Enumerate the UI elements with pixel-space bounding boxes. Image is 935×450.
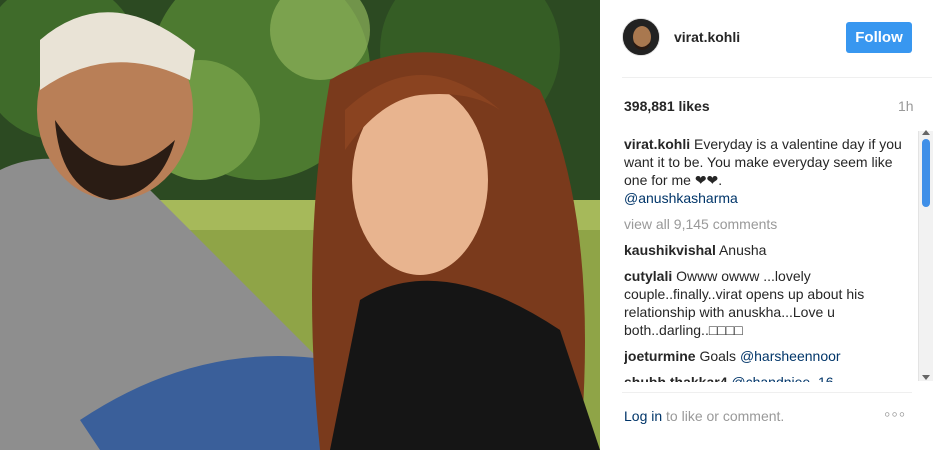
login-link[interactable]: Log in — [624, 408, 662, 424]
more-options-icon[interactable]: ◦◦◦ — [884, 404, 906, 425]
login-text: to like or comment. — [662, 408, 785, 424]
comment-text: Anusha — [718, 242, 767, 258]
comment-username[interactable]: shubh.thakkar4 — [624, 374, 727, 382]
comment-mention[interactable]: @chandniee_16 — [731, 374, 833, 382]
comments-scrollbar[interactable] — [918, 130, 933, 381]
comment-item: cutylali Owww owww ...lovely couple..fin… — [624, 267, 916, 339]
footer-divider — [622, 392, 912, 393]
post-photo — [0, 0, 600, 450]
comment-username[interactable]: kaushikvishal — [624, 242, 716, 258]
caption: virat.kohli Everyday is a valentine day … — [624, 135, 916, 207]
caption-username[interactable]: virat.kohli — [624, 136, 690, 152]
view-all-comments-link[interactable]: view all 9,145 comments — [624, 215, 916, 233]
photo-illustration — [0, 0, 600, 450]
comment-mention[interactable]: @harsheennoor — [740, 348, 841, 364]
follow-button[interactable]: Follow — [846, 22, 912, 53]
post-header: virat.kohli Follow — [622, 0, 932, 78]
comment-item: shubh.thakkar4 @chandniee_16 — [624, 373, 916, 382]
user-avatar[interactable] — [622, 18, 660, 56]
comments-list[interactable]: virat.kohli Everyday is a valentine day … — [624, 135, 916, 382]
caption-mention[interactable]: @anushkasharma — [624, 190, 738, 206]
comment-text: Goals — [699, 348, 737, 364]
scroll-up-arrow-icon[interactable] — [922, 130, 930, 135]
post-sidebar: virat.kohli Follow 398,881 likes 1h vira… — [600, 0, 935, 450]
post-time: 1h — [898, 98, 914, 114]
scroll-down-arrow-icon[interactable] — [922, 375, 930, 380]
comment-username[interactable]: cutylali — [624, 268, 672, 284]
scrollbar-thumb[interactable] — [922, 139, 930, 207]
comment-username[interactable]: joeturmine — [624, 348, 696, 364]
avatar-image — [623, 19, 659, 55]
login-prompt: Log in to like or comment. — [624, 408, 784, 424]
comment-item: kaushikvishal Anusha — [624, 241, 916, 259]
likes-count[interactable]: 398,881 likes — [624, 98, 710, 114]
comment-item: joeturmine Goals @harsheennoor — [624, 347, 916, 365]
username-link[interactable]: virat.kohli — [674, 29, 740, 45]
